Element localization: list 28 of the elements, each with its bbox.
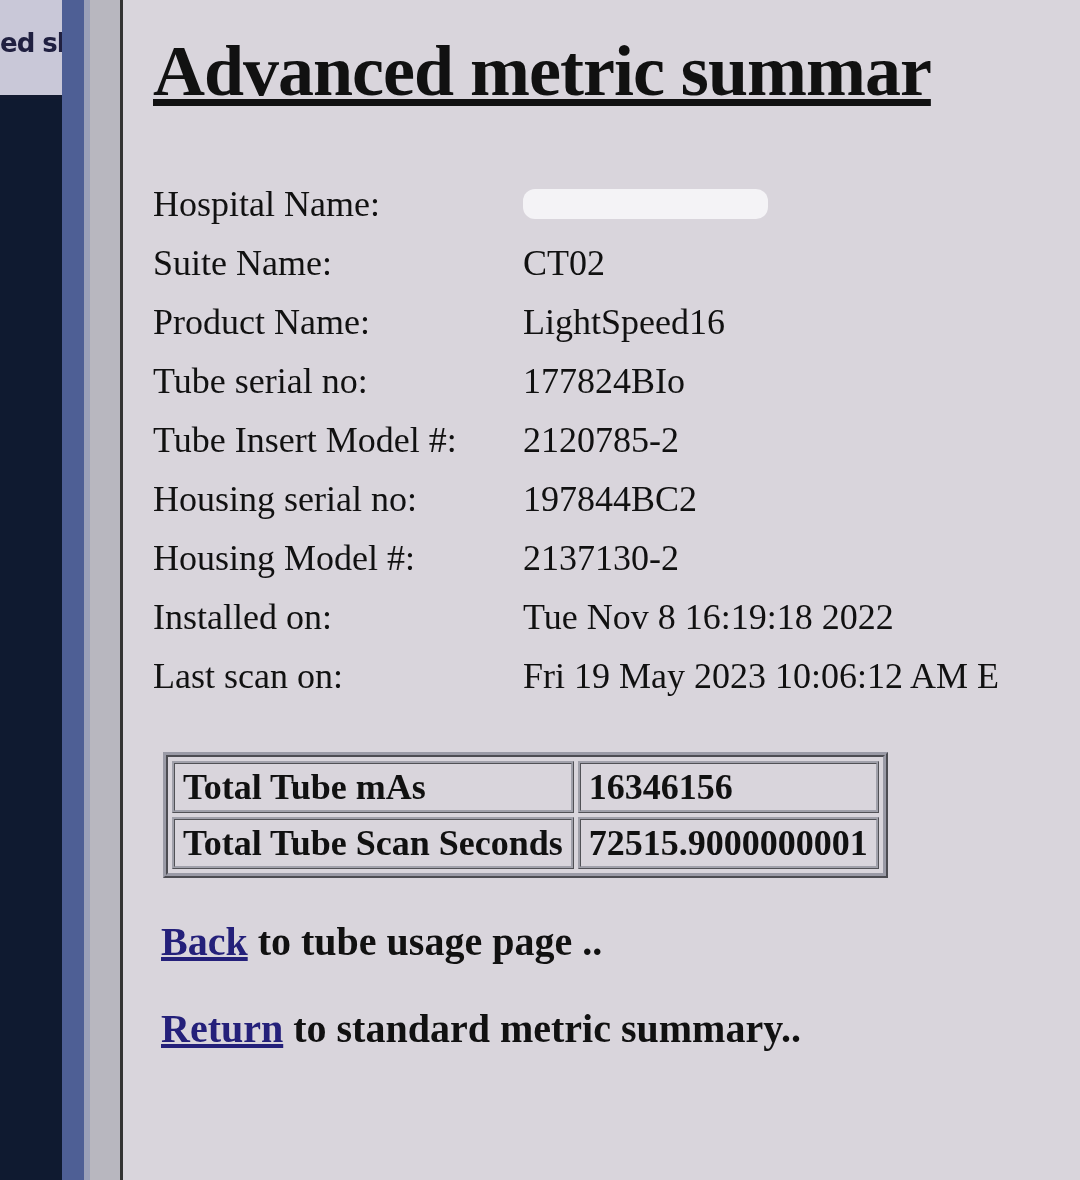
field-label: Hospital Name:	[153, 183, 381, 225]
field-label: Product Name:	[153, 301, 371, 343]
field-value: LightSpeed16	[523, 301, 726, 343]
link-sentence: Back to tube usage page ..	[161, 918, 604, 965]
window-title: ed sl	[0, 28, 62, 58]
scrollbar[interactable]	[90, 0, 123, 1180]
field-label: Housing serial no:	[153, 478, 418, 520]
field-label: Tube serial no:	[153, 360, 369, 402]
field-label: Installed on:	[153, 596, 333, 638]
field-value: 2120785-2	[523, 419, 680, 461]
field-value: 177824BIo	[523, 360, 686, 402]
text-link[interactable]: Back	[161, 919, 248, 964]
link-sentence: Return to standard metric summary..	[161, 1005, 802, 1052]
text-link[interactable]: Return	[161, 1006, 284, 1051]
table-cell: Total Tube mAs	[172, 761, 574, 813]
field-label: Last scan on:	[153, 655, 344, 697]
field-value: 197844BC2	[523, 478, 699, 520]
field-label: Suite Name:	[153, 242, 333, 284]
table-cell: 16346156	[577, 761, 879, 813]
table-cell: Total Tube Scan Seconds	[172, 817, 574, 869]
table-cell: 72515.9000000001	[577, 817, 879, 869]
field-value: Tue Nov 8 16:19:18 2022	[523, 596, 895, 638]
field-value: Fri 19 May 2023 10:06:12 AM E	[523, 655, 1000, 697]
field-value: 2137130-2	[523, 537, 680, 579]
page-title: Advanced metric summar	[153, 30, 932, 113]
field-value: CT02	[523, 242, 606, 284]
field-label: Housing Model #:	[153, 537, 416, 579]
field-label: Tube Insert Model #:	[153, 419, 458, 461]
